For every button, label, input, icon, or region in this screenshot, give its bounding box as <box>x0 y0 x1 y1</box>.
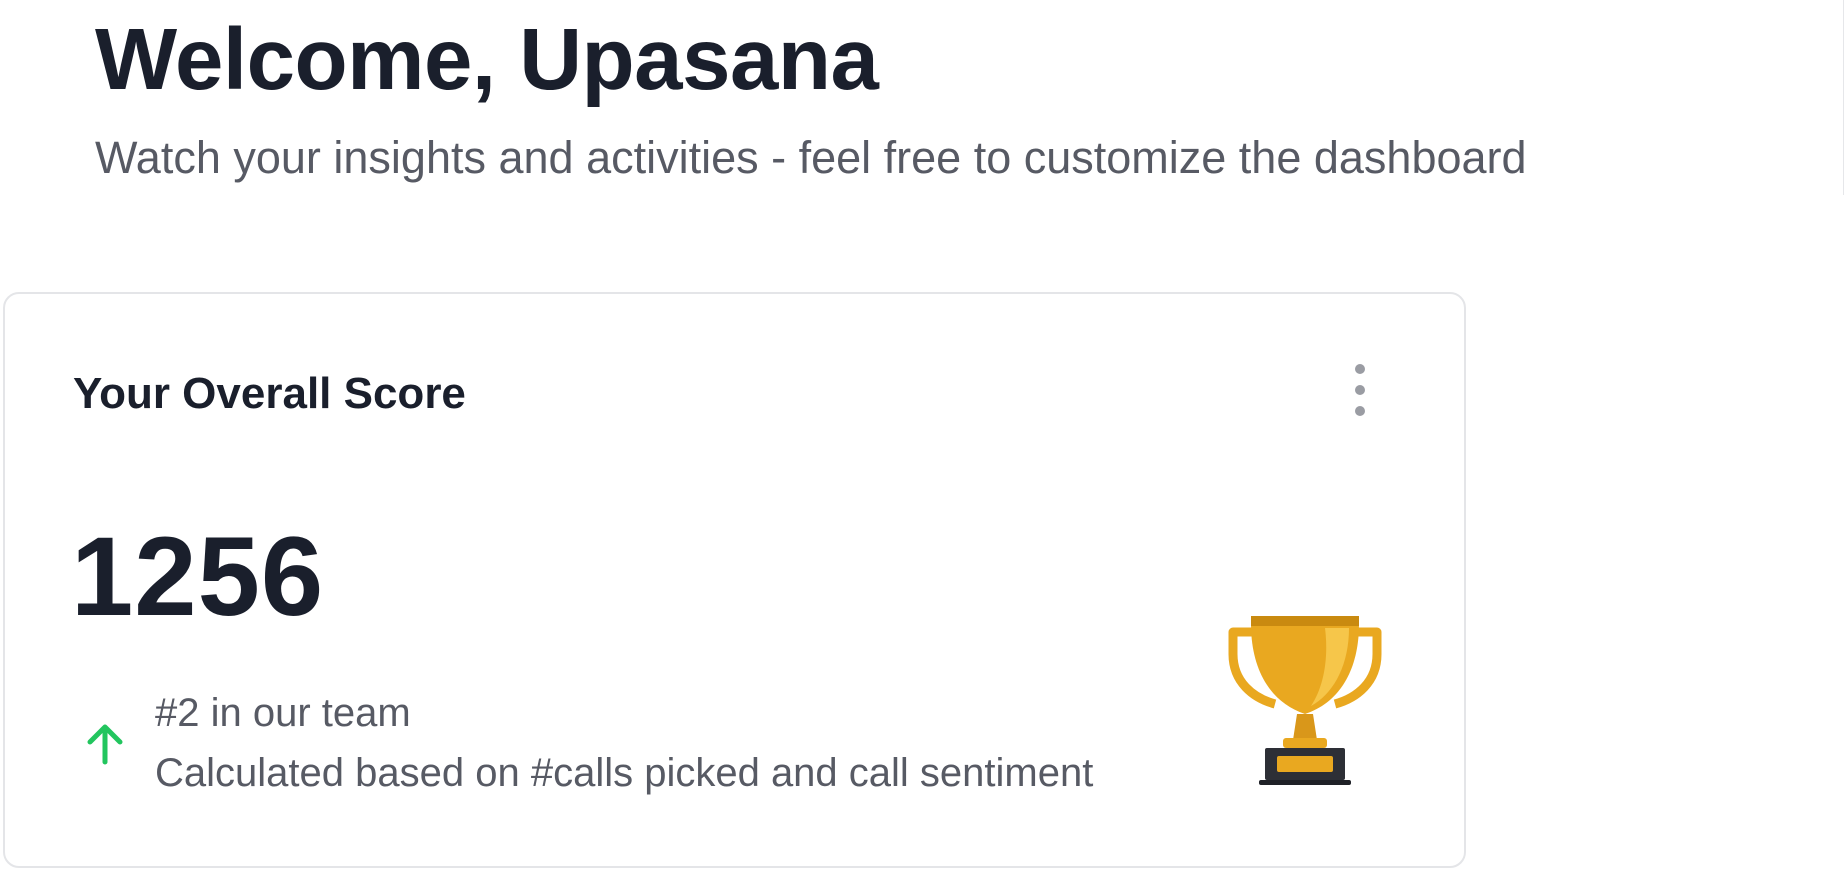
welcome-header: Welcome, Upasana Watch your insights and… <box>0 0 1844 195</box>
card-menu-button[interactable] <box>1345 364 1375 416</box>
score-value: 1256 <box>71 514 325 639</box>
kebab-menu-icon <box>1355 406 1365 416</box>
overall-score-card: Your Overall Score 1256 #2 in our team C… <box>3 292 1466 868</box>
dashboard-page: Welcome, Upasana Watch your insights and… <box>0 0 1846 882</box>
trophy-icon <box>1228 616 1382 785</box>
arrow-up-icon <box>87 724 123 765</box>
card-title: Your Overall Score <box>73 369 466 418</box>
page-title: Welcome, Upasana <box>95 11 879 108</box>
page-subtitle: Watch your insights and activities - fee… <box>95 132 1527 183</box>
kebab-menu-icon <box>1355 385 1365 395</box>
score-description: Calculated based on #calls picked and ca… <box>155 751 1094 795</box>
kebab-menu-icon <box>1355 364 1365 374</box>
team-rank-text: #2 in our team <box>155 691 411 735</box>
